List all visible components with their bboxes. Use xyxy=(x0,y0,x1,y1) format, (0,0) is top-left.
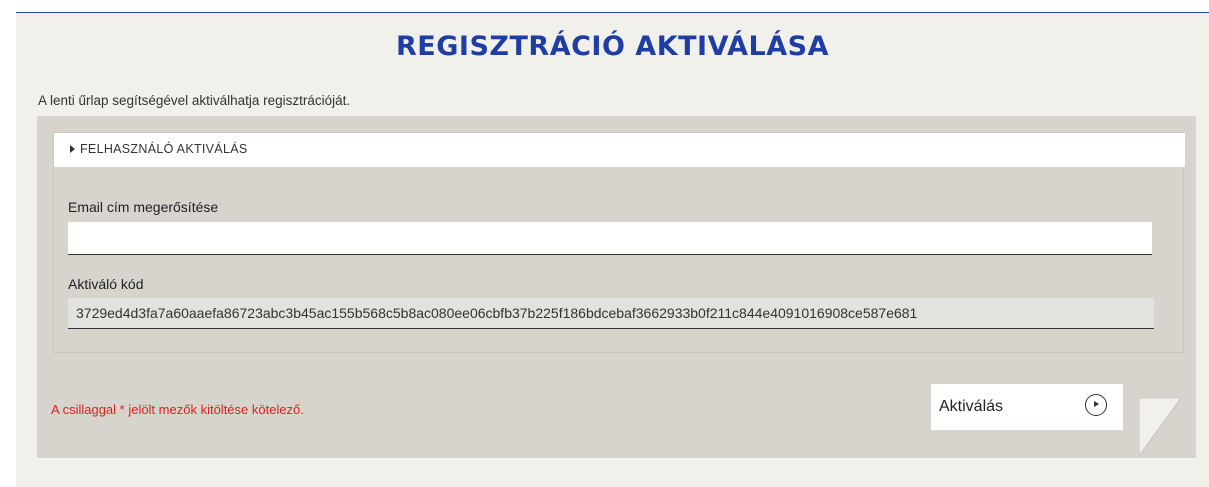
page-curl-decoration xyxy=(1139,398,1181,456)
section-label: FELHASZNÁLÓ AKTIVÁLÁS xyxy=(80,142,248,156)
section-header[interactable]: FELHASZNÁLÓ AKTIVÁLÁS xyxy=(54,133,1185,167)
activation-code-field[interactable] xyxy=(68,298,1154,329)
user-activation-section: FELHASZNÁLÓ AKTIVÁLÁS Email cím megerősí… xyxy=(53,132,1185,353)
triangle-right-icon xyxy=(70,145,75,153)
page-title: REGISZTRÁCIÓ AKTIVÁLÁSA xyxy=(396,31,829,62)
page-container: REGISZTRÁCIÓ AKTIVÁLÁSA A lenti űrlap se… xyxy=(16,12,1209,487)
activation-form: FELHASZNÁLÓ AKTIVÁLÁS Email cím megerősí… xyxy=(37,116,1196,458)
intro-text: A lenti űrlap segítségével aktiválhatja … xyxy=(38,93,351,108)
play-circle-icon xyxy=(1085,394,1107,416)
activate-button[interactable]: Aktiválás xyxy=(931,384,1123,430)
activate-button-label: Aktiválás xyxy=(939,398,1004,415)
required-fields-note: A csillaggal * jelölt mezők kitöltése kö… xyxy=(51,402,304,417)
activation-code-label: Aktiváló kód xyxy=(68,276,144,292)
email-confirm-field[interactable] xyxy=(68,222,1152,255)
email-label: Email cím megerősítése xyxy=(68,199,219,215)
